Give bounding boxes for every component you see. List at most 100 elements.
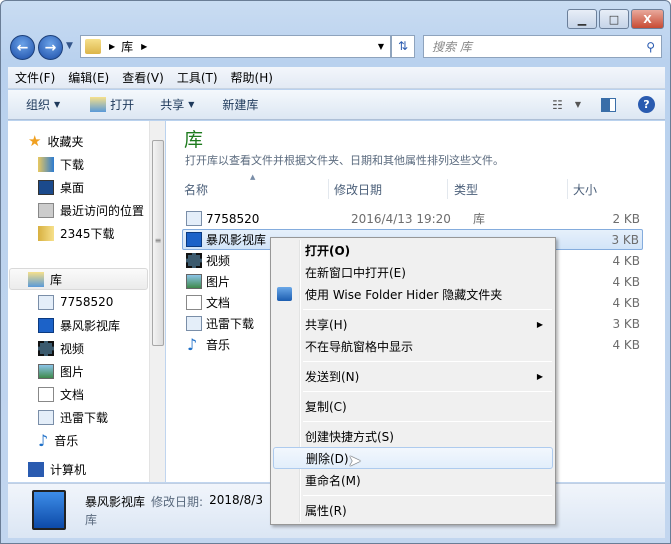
nav-label: 下载: [60, 157, 85, 172]
menu-item-copy[interactable]: 复制(C): [273, 395, 553, 417]
menu-item-share[interactable]: 共享(H) ▶: [273, 313, 553, 335]
submenu-arrow-icon: ▶: [536, 371, 543, 381]
library-icon: [186, 316, 202, 331]
organize-button[interactable]: 组织 ▼: [26, 96, 60, 113]
music-note-icon: ♪: [187, 335, 198, 354]
menu-separator: [303, 361, 552, 362]
nav-item-library[interactable]: 暴风影视库: [38, 315, 120, 335]
video-library-icon: [186, 232, 202, 247]
nav-item-library[interactable]: 视频: [38, 338, 84, 358]
navigation-pane: ★ 收藏夹 下载 桌面 最近访问的位置 2345下载 库 7758520 暴风影视…: [8, 121, 165, 482]
document-icon: [186, 295, 202, 310]
minimize-button[interactable]: ▁: [567, 9, 597, 29]
row-size: 4 KB: [612, 274, 640, 289]
row-name: 音乐: [206, 338, 231, 352]
menu-edit[interactable]: 编辑(E): [61, 69, 115, 86]
close-button[interactable]: X: [631, 9, 664, 29]
nav-label: 2345下载: [60, 226, 115, 241]
nav-computer[interactable]: 计算机: [28, 459, 86, 479]
search-input[interactable]: 搜索 库 ⚲: [423, 35, 662, 58]
nav-label: 最近访问的位置: [60, 203, 145, 218]
library-folder-icon: [85, 39, 101, 54]
open-label: 打开: [110, 98, 135, 112]
nav-item-desktop[interactable]: 桌面: [38, 177, 84, 197]
explorer-window: ▁ □ X ← → ▼ ▶ 库 ▶ ▼ ⇅ 搜索 库 ⚲ 文件(F) 编辑(E)…: [0, 0, 671, 544]
recent-pages-dropdown[interactable]: ▼: [66, 41, 73, 51]
menu-item-open[interactable]: 打开(O): [273, 239, 553, 261]
address-bar[interactable]: ▶ 库 ▶ ▼: [80, 35, 391, 58]
column-date[interactable]: 修改日期: [334, 178, 382, 200]
nav-item-recent-places[interactable]: 最近访问的位置: [38, 200, 144, 220]
nav-libraries-label[interactable]: 库: [28, 269, 62, 289]
view-options-button[interactable]: ☷ ▼: [552, 98, 581, 112]
computer-icon: [28, 461, 44, 477]
nav-label: 音乐: [54, 433, 79, 448]
share-button[interactable]: 共享 ▼: [160, 96, 194, 113]
nav-label: 桌面: [60, 180, 85, 195]
menu-item-label: 共享(H): [305, 317, 348, 332]
row-type: 库: [473, 212, 486, 226]
column-size[interactable]: 大小: [573, 178, 597, 200]
row-size: 4 KB: [612, 253, 640, 268]
new-library-button[interactable]: 新建库: [222, 96, 258, 113]
menu-item-delete[interactable]: 删除(D): [273, 447, 553, 469]
library-folder-icon: [90, 97, 107, 112]
details-type: 库: [85, 513, 98, 527]
command-bar: 组织 ▼ 打开 共享 ▼ 新建库 ☷ ▼ ?: [8, 90, 665, 120]
details-name: 暴风影视库: [85, 495, 146, 509]
details-date-label: 修改日期:: [151, 495, 204, 509]
menu-item-create-shortcut[interactable]: 创建快捷方式(S): [273, 425, 553, 447]
nav-item-library[interactable]: 7758520: [38, 292, 113, 312]
menu-item-wise-folder-hider[interactable]: 使用 Wise Folder Hider 隐藏文件夹: [273, 283, 553, 305]
nav-favorites[interactable]: ★ 收藏夹: [28, 131, 83, 151]
library-icon: [186, 211, 202, 226]
row-name: 7758520: [206, 211, 260, 226]
menu-file[interactable]: 文件(F): [8, 69, 61, 86]
video-library-icon: [38, 317, 54, 333]
picture-icon: [186, 274, 202, 289]
help-button[interactable]: ?: [638, 96, 655, 113]
back-button[interactable]: ←: [10, 35, 35, 60]
open-button[interactable]: 打开: [90, 96, 134, 113]
row-size: 3 KB: [611, 232, 639, 247]
search-placeholder: 搜索 库: [432, 40, 472, 54]
preview-pane-button[interactable]: [601, 97, 616, 112]
menu-item-open-new-window[interactable]: 在新窗口中打开(E): [273, 261, 553, 283]
row-name: 迅雷下载: [206, 317, 255, 331]
menu-item-label: 使用 Wise Folder Hider 隐藏文件夹: [305, 287, 503, 302]
menu-help[interactable]: 帮助(H): [224, 69, 279, 86]
mouse-cursor-icon: ➤: [348, 451, 362, 470]
scrollbar-thumb[interactable]: ≡: [152, 140, 164, 346]
table-row[interactable]: 7758520 2016/4/13 19:20 库 2 KB: [182, 208, 643, 229]
nav-item-2345-downloads[interactable]: 2345下载: [38, 223, 115, 243]
maximize-button[interactable]: □: [599, 9, 629, 29]
column-type[interactable]: 类型: [454, 178, 478, 200]
wise-folder-hider-icon: [277, 287, 292, 301]
nav-item-library[interactable]: 迅雷下载: [38, 407, 108, 427]
column-divider: [567, 179, 568, 199]
menu-item-rename[interactable]: 重命名(M): [273, 469, 553, 491]
nav-label: 暴风影视库: [60, 318, 121, 333]
nav-item-library[interactable]: 图片: [38, 361, 84, 381]
menu-item-hide-in-nav[interactable]: 不在导航窗格中显示: [273, 335, 553, 357]
library-icon: [38, 409, 54, 425]
nav-scrollbar[interactable]: ≡: [149, 121, 165, 482]
nav-item-downloads[interactable]: 下载: [38, 154, 84, 174]
menu-item-send-to[interactable]: 发送到(N) ▶: [273, 365, 553, 387]
row-size: 3 KB: [612, 316, 640, 331]
breadcrumb-arrow-icon[interactable]: ▶: [141, 42, 147, 51]
breadcrumb-library[interactable]: 库: [121, 38, 133, 55]
column-name[interactable]: 名称: [184, 178, 208, 200]
forward-button[interactable]: →: [38, 35, 63, 60]
submenu-arrow-icon: ▶: [536, 319, 543, 329]
refresh-button[interactable]: ⇅: [391, 35, 415, 58]
menu-item-properties[interactable]: 属性(R): [273, 499, 553, 521]
menu-tools[interactable]: 工具(T): [170, 69, 224, 86]
chevron-down-icon: ▼: [54, 100, 61, 109]
address-dropdown-icon[interactable]: ▼: [378, 42, 384, 51]
nav-item-library[interactable]: ♪ 音乐: [38, 430, 78, 450]
nav-item-library[interactable]: 文档: [38, 384, 84, 404]
search-icon[interactable]: ⚲: [646, 40, 655, 54]
menu-view[interactable]: 查看(V): [115, 69, 170, 86]
column-divider: [447, 179, 448, 199]
